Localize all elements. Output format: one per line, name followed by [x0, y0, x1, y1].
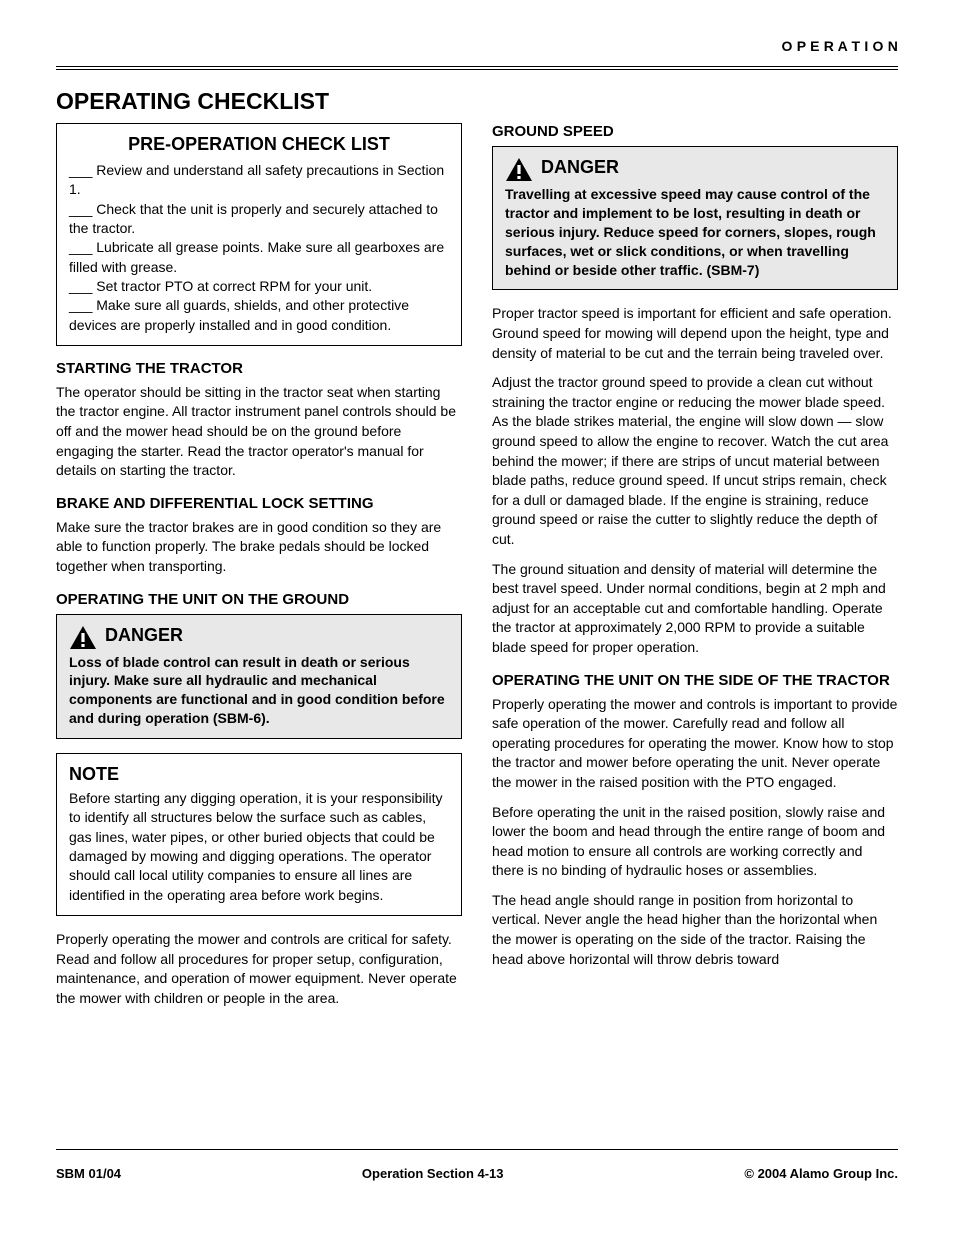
footer-center: Operation Section 4-13 [362, 1166, 504, 1181]
ground-note-title: NOTE [69, 764, 449, 785]
speed-danger-box: DANGER Travelling at excessive speed may… [492, 146, 898, 290]
checklist-body: ___ Review and understand all safety pre… [69, 161, 449, 335]
footer-left: SBM 01/04 [56, 1166, 121, 1181]
ground-note-body: Before starting any digging operation, i… [69, 789, 449, 905]
header-right: O P E R A T I O N [782, 38, 898, 54]
footer: SBM 01/04 Operation Section 4-13 © 2004 … [56, 1166, 898, 1181]
pre-op-checklist-box: PRE-OPERATION CHECK LIST ___ Review and … [56, 123, 462, 346]
page-title: OPERATING CHECKLIST [56, 88, 898, 115]
brakes-para: Make sure the tractor brakes are in good… [56, 518, 462, 577]
header-rule [56, 66, 898, 70]
footer-rule [56, 1149, 898, 1150]
warning-icon [69, 625, 97, 651]
checklist-title: PRE-OPERATION CHECK LIST [69, 134, 449, 155]
warning-icon [505, 157, 533, 183]
brakes-heading: BRAKE AND DIFFERENTIAL LOCK SETTING [56, 495, 462, 512]
speed-heading: GROUND SPEED [492, 123, 898, 140]
speed-para-2: Adjust the tractor ground speed to provi… [492, 373, 898, 549]
left-column: PRE-OPERATION CHECK LIST ___ Review and … [56, 123, 462, 1018]
starting-heading: STARTING THE TRACTOR [56, 360, 462, 377]
ground-para: Properly operating the mower and control… [56, 930, 462, 1008]
ground-danger-body: Loss of blade control can result in deat… [69, 653, 449, 729]
footer-right: © 2004 Alamo Group Inc. [744, 1166, 898, 1181]
speed-danger-body: Travelling at excessive speed may cause … [505, 185, 885, 279]
side-para-1: Properly operating the mower and control… [492, 695, 898, 793]
side-heading: OPERATING THE UNIT ON THE SIDE OF THE TR… [492, 672, 898, 689]
starting-para: The operator should be sitting in the tr… [56, 383, 462, 481]
side-para-3: The head angle should range in position … [492, 891, 898, 969]
right-column: GROUND SPEED DANGER Travelling at excess… [492, 123, 898, 1018]
side-para-2: Before operating the unit in the raised … [492, 803, 898, 881]
ground-danger-label: DANGER [105, 625, 183, 646]
speed-para-1: Proper tractor speed is important for ef… [492, 304, 898, 363]
two-column-layout: PRE-OPERATION CHECK LIST ___ Review and … [56, 123, 898, 1018]
ground-note-box: NOTE Before starting any digging operati… [56, 753, 462, 916]
speed-danger-label: DANGER [541, 157, 619, 178]
ground-heading: OPERATING THE UNIT ON THE GROUND [56, 591, 462, 608]
ground-danger-box: DANGER Loss of blade control can result … [56, 614, 462, 740]
speed-para-3: The ground situation and density of mate… [492, 560, 898, 658]
